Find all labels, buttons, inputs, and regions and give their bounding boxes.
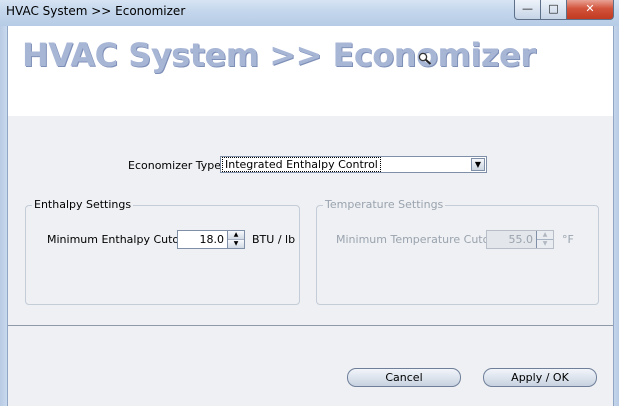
minimize-button[interactable]: — <box>514 0 541 20</box>
page-title: HVAC System >> Economizer <box>22 36 536 74</box>
min-temperature-cutoff-stepper[interactable]: 55.0 ▲ ▼ <box>486 230 554 249</box>
spin-down-icon[interactable]: ▼ <box>537 239 553 248</box>
dialog-footer: Cancel Apply / OK <box>8 326 613 406</box>
window-title: HVAC System >> Economizer <box>6 4 186 18</box>
min-enthalpy-cutoff-stepper[interactable]: 18.0 ▲ ▼ <box>177 230 245 249</box>
economizer-type-value: Integrated Enthalpy Control <box>222 157 381 172</box>
cancel-button[interactable]: Cancel <box>347 368 461 387</box>
close-icon: ✕ <box>585 2 595 15</box>
maximize-icon: □ <box>548 2 559 15</box>
economizer-type-dropdown[interactable]: Integrated Enthalpy Control ▼ <box>220 156 487 173</box>
min-enthalpy-cutoff-value: 18.0 <box>199 233 225 246</box>
min-temperature-cutoff-value: 55.0 <box>508 233 534 246</box>
enthalpy-settings-group: Enthalpy Settings Minimum Enthalpy Cutof… <box>25 198 300 305</box>
enthalpy-unit-label: BTU / lb <box>252 233 296 246</box>
min-temperature-cutoff-label: Minimum Temperature Cutoff <box>336 233 497 246</box>
enthalpy-settings-legend: Enthalpy Settings <box>32 198 134 211</box>
spin-up-icon[interactable]: ▲ <box>537 231 553 239</box>
temperature-unit-label: °F <box>562 233 574 246</box>
dialog-header: HVAC System >> Economizer <box>8 26 613 116</box>
close-button[interactable]: ✕ <box>566 0 614 20</box>
window-titlebar[interactable]: HVAC System >> Economizer — □ ✕ <box>0 0 619 27</box>
economizer-type-label: Economizer Type <box>128 159 222 172</box>
dialog-client-area: HVAC System >> Economizer Economizer Typ… <box>7 26 614 406</box>
temperature-settings-legend: Temperature Settings <box>323 198 446 211</box>
chevron-down-icon[interactable]: ▼ <box>471 158 485 171</box>
maximize-button[interactable]: □ <box>540 0 567 20</box>
spin-up-icon[interactable]: ▲ <box>228 231 244 239</box>
settings-panel: Economizer Type Integrated Enthalpy Cont… <box>8 116 613 325</box>
spin-down-icon[interactable]: ▼ <box>228 239 244 248</box>
temperature-settings-group: Temperature Settings Minimum Temperature… <box>316 198 599 305</box>
min-enthalpy-cutoff-label: Minimum Enthalpy Cutoff <box>47 233 187 246</box>
minimize-icon: — <box>522 2 533 15</box>
apply-ok-button[interactable]: Apply / OK <box>483 368 597 387</box>
window-frame-left <box>0 26 7 406</box>
magnifier-icon[interactable] <box>418 52 432 66</box>
